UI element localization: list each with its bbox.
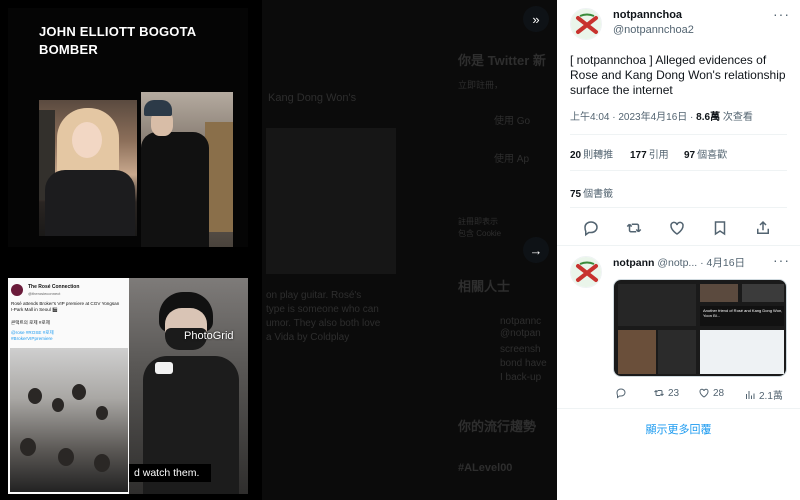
bg-text: 註冊即表示 (458, 217, 498, 226)
embedded-tag-2: #BrokerVIPpremiere (11, 336, 53, 341)
show-more-replies-link[interactable]: 顯示更多回覆 (557, 421, 800, 437)
author-handle[interactable]: @notpannchoa2 (613, 24, 694, 36)
photo-man (141, 92, 233, 247)
expand-icon[interactable]: » (523, 6, 549, 32)
divider (557, 408, 800, 409)
bg-text: @notpan (500, 328, 541, 339)
divider (570, 134, 787, 135)
reply-more-icon[interactable]: ··· (773, 252, 790, 268)
photogrid-watermark: PhotoGrid (184, 330, 234, 342)
tweet-text: [ notpannchoa ] Alleged evidences of Ros… (570, 53, 786, 97)
reply-reply-icon[interactable] (615, 387, 627, 399)
quote-stat[interactable]: 177 引用 (630, 146, 669, 161)
reply-icon[interactable] (582, 219, 600, 237)
collage-tile (618, 330, 656, 374)
reply-like-button[interactable]: 28 (698, 387, 724, 399)
bg-text: 你是 Twitter 新 (458, 53, 546, 68)
bg-text: type is someone who can (266, 304, 379, 315)
media-image-1[interactable]: JOHN ELLIOTT BOGOTA BOMBER (8, 8, 248, 247)
views-icon (746, 390, 755, 399)
collage-caption: Another friend of Rosé and Kang Dong Won… (703, 308, 783, 318)
crowd-photo (10, 348, 128, 492)
collage-tile (700, 284, 738, 302)
bg-text: screensh (500, 344, 541, 355)
x-logo-icon (571, 9, 601, 39)
photo-woman (39, 100, 137, 236)
bg-text: #ALevel00 (458, 462, 513, 474)
reply-author-handle[interactable]: @notp... (657, 257, 697, 269)
image-1-title: JOHN ELLIOTT BOGOTA BOMBER (39, 24, 196, 57)
bookmark-icon[interactable] (711, 219, 729, 237)
reply-media-collage[interactable]: Another friend of Rosé and Kang Dong Won… (613, 279, 787, 377)
like-icon[interactable] (668, 219, 686, 237)
reply-author-name[interactable]: notpann (613, 257, 654, 269)
background-page-dimmed: 你是 Twitter 新 立即註冊， 使用 Go 使用 Ap Kang Dong… (262, 0, 557, 500)
reply-retweet-count: 23 (668, 387, 680, 399)
retweet-icon (654, 390, 664, 396)
reply-like-count: 28 (713, 387, 725, 399)
embedded-korean: 콘택트의 로제 #로제 (11, 320, 50, 325)
view-count: 8.6萬 (696, 112, 721, 123)
tweet-meta: 上午4:04 · 2023年4月16日 · 8.6萬 次查看 (570, 108, 753, 123)
bg-text: 立即註冊， (458, 80, 504, 90)
tweet-panel: notpannchoa @notpannchoa2 ··· [ notpannc… (557, 0, 800, 500)
embedded-handle: @therosieconnect (28, 291, 61, 296)
bg-text: bond have (500, 358, 547, 369)
man-photo (129, 278, 248, 494)
bg-text: notpannc (500, 316, 542, 327)
bg-text: a Vida by Coldplay (266, 332, 350, 343)
author-name[interactable]: notpannchoa (613, 9, 682, 21)
reply-view-count: 2.1萬 (759, 391, 783, 402)
reply-header: notpann @notp... · 4月16日 (613, 255, 745, 270)
bg-text: umor. They also both love (266, 318, 381, 329)
more-options-icon[interactable]: ··· (773, 6, 790, 22)
retweet-icon[interactable] (625, 219, 643, 237)
video-caption: d watch them. (129, 464, 211, 482)
next-arrow-icon[interactable]: → (523, 237, 549, 263)
tweet-timestamp[interactable]: 上午4:04 · 2023年4月16日 · (570, 112, 696, 123)
bg-text: 使用 Go (494, 116, 531, 127)
embedded-text: Rosé attends Broker's VIP premiere at CG… (11, 301, 120, 312)
collage-tile (700, 330, 784, 374)
divider (557, 245, 800, 246)
media-image-2[interactable]: The Rosé Connection @therosieconnect Ros… (8, 278, 248, 494)
share-icon[interactable] (754, 219, 772, 237)
embedded-avatar (11, 284, 23, 296)
collage-tile: Another friend of Rosé and Kang Dong Won… (700, 306, 784, 326)
collage-tile (618, 284, 696, 326)
reply-retweet-button[interactable]: 23 (653, 387, 679, 399)
divider (570, 170, 787, 171)
screen: JOHN ELLIOTT BOGOTA BOMBER The Rosé Conn… (0, 0, 800, 500)
bg-text: 包含 Cookie (458, 229, 502, 238)
collage-tile (742, 284, 784, 302)
reply-avatar[interactable] (570, 256, 602, 288)
like-icon (699, 388, 709, 398)
bg-text: on play guitar. Rosé's (266, 290, 362, 301)
bookmark-stat[interactable]: 75 個書籤 (570, 185, 613, 200)
bg-text: 你的流行趨勢 (458, 419, 537, 434)
embedded-account: The Rosé Connection (28, 284, 80, 290)
bg-text: 使用 Ap (494, 154, 530, 165)
divider (570, 207, 787, 208)
media-viewer: JOHN ELLIOTT BOGOTA BOMBER The Rosé Conn… (0, 0, 557, 500)
author-avatar[interactable] (570, 8, 602, 40)
collage-tile (658, 330, 696, 374)
view-label: 次查看 (720, 112, 753, 123)
reply-date[interactable]: · 4月16日 (700, 257, 745, 269)
x-logo-icon (571, 257, 601, 287)
retweet-stat[interactable]: 20 則轉推 (570, 146, 613, 161)
reply-views-button[interactable]: 2.1萬 (744, 387, 783, 402)
bg-text: Kang Dong Won's (268, 92, 357, 104)
bg-text: 相關人士 (458, 279, 511, 294)
like-stat[interactable]: 97 個喜歡 (684, 146, 727, 161)
bg-image (266, 128, 396, 274)
bg-text: I back-up (500, 372, 542, 383)
